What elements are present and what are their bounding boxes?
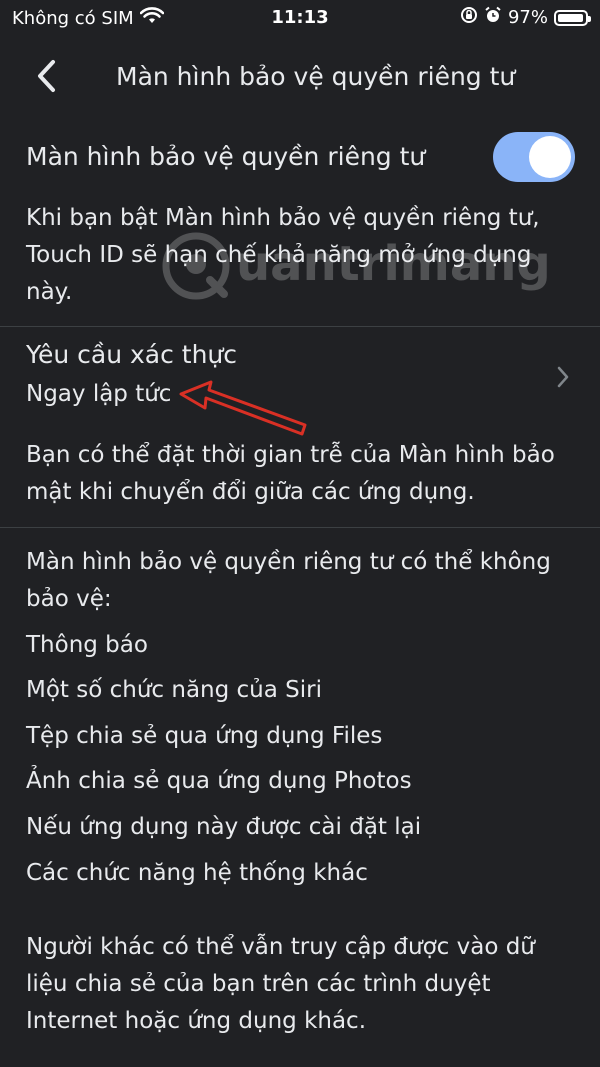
divider bbox=[0, 527, 600, 528]
require-authentication-value: Ngay lập tức bbox=[26, 381, 172, 407]
list-item: Ảnh chia sẻ qua ứng dụng Photos bbox=[26, 768, 412, 794]
privacy-screen-toggle[interactable] bbox=[493, 132, 575, 182]
description-line: Bạn có thể đặt thời gian trễ của Màn hìn… bbox=[26, 442, 555, 468]
list-item: Nếu ứng dụng này được cài đặt lại bbox=[26, 814, 422, 840]
divider bbox=[0, 326, 600, 327]
list-item: Các chức năng hệ thống khác bbox=[26, 860, 368, 886]
list-item: Tệp chia sẻ qua ứng dụng Files bbox=[26, 723, 383, 749]
page-title: Màn hình bảo vệ quyền riêng tư bbox=[116, 62, 516, 91]
limitations-intro: Màn hình bảo vệ quyền riêng tư có thể kh… bbox=[26, 544, 576, 618]
status-bar: Không có SIM 11:13 97% bbox=[0, 0, 600, 36]
footer-note: Người khác có thể vẫn truy cập được vào … bbox=[26, 929, 576, 1040]
toggle-knob bbox=[529, 136, 571, 178]
description-line: liệu chia sẻ của bạn trên các trình duyệ… bbox=[26, 971, 491, 997]
orientation-lock-icon bbox=[460, 6, 478, 29]
list-item: Một số chức năng của Siri bbox=[26, 677, 322, 703]
nav-header: Màn hình bảo vệ quyền riêng tư bbox=[0, 48, 600, 108]
chevron-left-icon bbox=[35, 59, 57, 97]
require-authentication-label: Yêu cầu xác thực bbox=[26, 340, 238, 369]
quantrimang-logo-icon bbox=[160, 230, 232, 306]
red-arrow-icon bbox=[175, 378, 310, 444]
back-button[interactable] bbox=[24, 56, 68, 100]
description-line: Người khác có thể vẫn truy cập được vào … bbox=[26, 934, 535, 960]
battery-level-fill bbox=[558, 13, 583, 22]
alarm-icon bbox=[484, 6, 502, 29]
chevron-right-icon bbox=[556, 365, 570, 393]
watermark-text: uantrimang bbox=[236, 236, 551, 292]
list-item: Thông báo bbox=[26, 632, 148, 658]
privacy-screen-row: Màn hình bảo vệ quyền riêng tư bbox=[0, 130, 600, 188]
authentication-description: Bạn có thể đặt thời gian trễ của Màn hìn… bbox=[26, 437, 576, 511]
description-line: Màn hình bảo vệ quyền riêng tư có thể kh… bbox=[26, 549, 551, 575]
quantrimang-watermark: uantrimang bbox=[160, 226, 551, 306]
description-line: mật khi chuyển đổi giữa các ứng dụng. bbox=[26, 479, 475, 505]
privacy-screen-label: Màn hình bảo vệ quyền riêng tư bbox=[26, 142, 426, 171]
description-line: bảo vệ: bbox=[26, 586, 112, 612]
status-right: 97% bbox=[460, 6, 591, 29]
description-line: Internet hoặc ứng dụng khác. bbox=[26, 1008, 367, 1034]
battery-percent: 97% bbox=[507, 7, 548, 28]
battery-icon bbox=[554, 9, 591, 26]
